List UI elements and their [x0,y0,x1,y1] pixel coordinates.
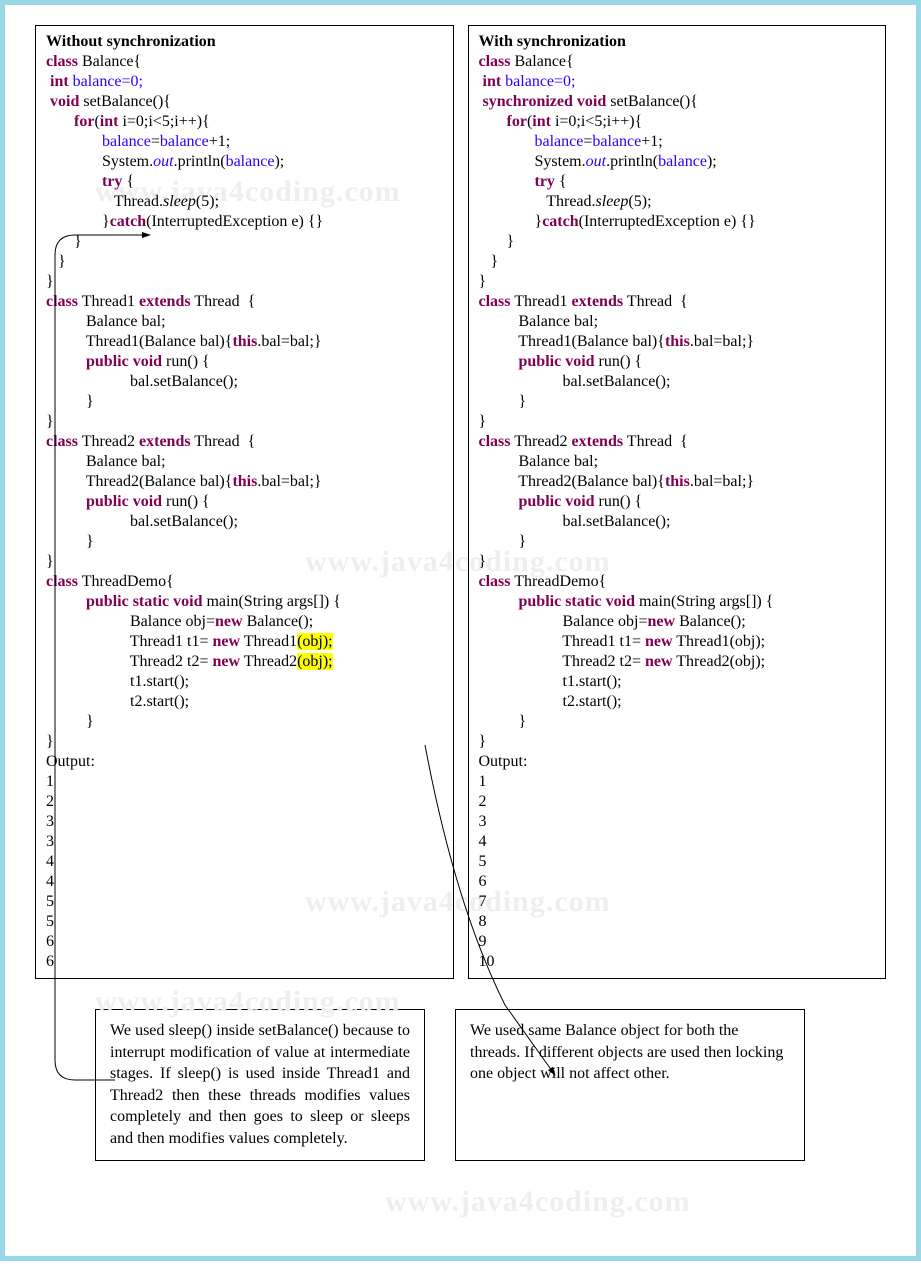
right-code-box: With synchronization class Balance{ int … [468,25,887,979]
right-output-label: Output: [479,752,876,772]
code-columns: Without synchronization class Balance{ i… [35,25,886,979]
note-left: We used sleep() inside setBalance() beca… [95,1009,425,1161]
right-code: class Balance{ int balance=0; synchroniz… [479,52,876,752]
left-code-box: Without synchronization class Balance{ i… [35,25,454,979]
left-output-label: Output: [46,752,443,772]
notes-row: We used sleep() inside setBalance() beca… [35,1009,886,1161]
left-code: class Balance{ int balance=0; void setBa… [46,52,443,752]
right-title: With synchronization [479,32,876,52]
left-output: 1233445566 [46,772,443,972]
page-container: www.java4coding.com www.java4coding.com … [0,0,921,1261]
right-output: 12345678910 [479,772,876,972]
note-right: We used same Balance object for both the… [455,1009,805,1161]
left-title: Without synchronization [46,32,443,52]
watermark: www.java4coding.com [385,1185,691,1219]
